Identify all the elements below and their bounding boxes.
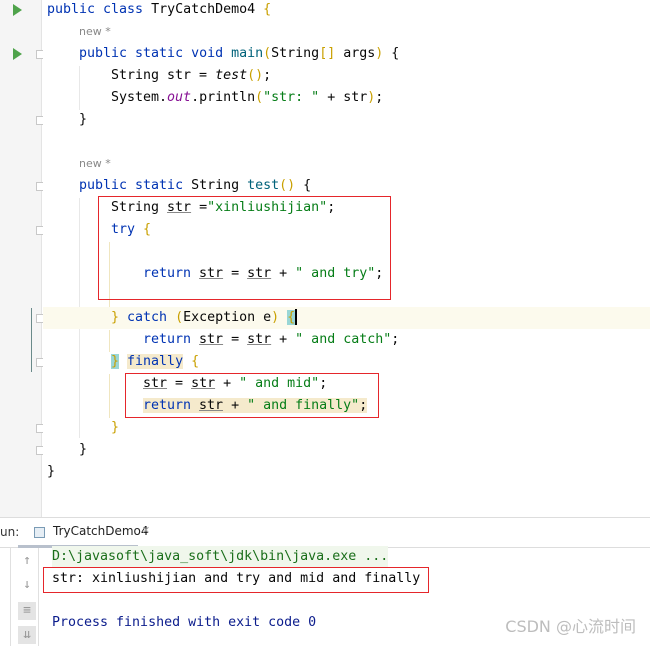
code-token: finally	[127, 354, 184, 369]
code-token: (	[175, 310, 184, 325]
code-line: } catch (Exception e) {	[43, 307, 650, 329]
code-line: }	[43, 417, 650, 439]
code-line: }	[43, 109, 650, 131]
code-token: test	[247, 178, 280, 193]
code-token: ;	[375, 90, 384, 105]
code-token: ;	[391, 332, 400, 347]
code-token: {	[295, 178, 312, 193]
code-token: (	[263, 46, 272, 61]
editor-gutter	[0, 0, 45, 517]
run-class-icon[interactable]	[13, 4, 22, 16]
change-marker	[31, 308, 32, 372]
code-token: + str	[319, 90, 368, 105]
code-token: str	[247, 332, 272, 347]
run-panel: un: TryCatchDemo4 × ↑ ↓ ≡ ⇊ D:\javasoft\…	[0, 517, 650, 646]
code-token: main	[231, 46, 264, 61]
tab-label: TryCatchDemo4	[53, 524, 149, 538]
code-token: }	[111, 420, 120, 435]
code-line: }	[43, 461, 650, 483]
code-line: System.out.println("str: " + str);	[43, 87, 650, 109]
code-token: "str: "	[263, 90, 320, 105]
code-token: ;	[263, 68, 272, 83]
text-cursor	[295, 309, 298, 325]
code-line: public static void main(String[] args) {	[43, 43, 650, 65]
code-token: }	[111, 310, 128, 325]
code-token: args	[335, 46, 376, 61]
code-token: }	[47, 464, 56, 479]
scroll-to-end-icon[interactable]: ⇊	[18, 626, 36, 644]
code-token: }	[111, 354, 120, 369]
code-token: ()	[279, 178, 296, 193]
watermark: CSDN @心流时间	[505, 617, 636, 636]
code-line: public class TryCatchDemo4 {	[43, 0, 650, 21]
code-token: public static void	[79, 46, 232, 61]
code-line: return str = str + " and catch";	[43, 329, 650, 351]
highlight-box-finally	[125, 373, 379, 418]
highlight-box-try	[98, 196, 391, 300]
code-token: public class	[47, 2, 152, 17]
code-token: out	[167, 90, 192, 105]
code-token: {	[263, 2, 272, 17]
author-hint-text: new *	[79, 25, 111, 38]
code-token: System.	[111, 90, 168, 105]
run-tab-bar: un: TryCatchDemo4 ×	[0, 518, 650, 548]
highlight-box-output	[43, 567, 429, 593]
code-token: test	[215, 68, 248, 83]
code-token: TryCatchDemo4	[151, 2, 264, 17]
code-token: (	[255, 90, 264, 105]
author-hint: new *	[43, 153, 650, 175]
code-token: )	[271, 310, 288, 325]
code-token: String	[191, 178, 248, 193]
author-hint-text: new *	[79, 157, 111, 170]
code-token: public static	[79, 178, 192, 193]
code-token: String str =	[111, 68, 216, 83]
code-token: {	[183, 354, 200, 369]
arrow-down-icon[interactable]: ↓	[18, 576, 36, 594]
code-token: ()	[247, 68, 264, 83]
code-token: Exception e	[183, 310, 272, 325]
code-token: str	[199, 332, 224, 347]
code-token: +	[271, 332, 296, 347]
code-token: return	[143, 332, 200, 347]
run-main-icon[interactable]	[13, 48, 22, 60]
arrow-up-icon[interactable]: ↑	[18, 552, 36, 570]
code-token: }	[79, 442, 88, 457]
code-token: }	[79, 112, 88, 127]
soft-wrap-icon[interactable]: ≡	[18, 602, 36, 620]
run-label: un:	[0, 525, 20, 539]
code-token: {	[383, 46, 400, 61]
code-token: []	[319, 46, 336, 61]
code-token: String	[271, 46, 320, 61]
code-token: .println	[191, 90, 256, 105]
close-tab-icon[interactable]: ×	[142, 523, 150, 538]
console-exit-message: Process finished with exit code 0	[52, 615, 317, 630]
code-token: " and catch"	[295, 332, 392, 347]
console-icon	[34, 527, 45, 538]
code-line: String str = test();	[43, 65, 650, 87]
code-token: {	[287, 310, 296, 325]
code-token: catch	[127, 310, 176, 325]
tab-run-config[interactable]: TryCatchDemo4 ×	[18, 518, 150, 548]
code-line: } finally {	[43, 351, 650, 373]
console-command: D:\javasoft\java_soft\jdk\bin\java.exe .…	[52, 546, 389, 568]
code-token: =	[223, 332, 248, 347]
code-line: }	[43, 439, 650, 461]
author-hint: new *	[43, 21, 650, 43]
code-line: public static String test() {	[43, 175, 650, 197]
